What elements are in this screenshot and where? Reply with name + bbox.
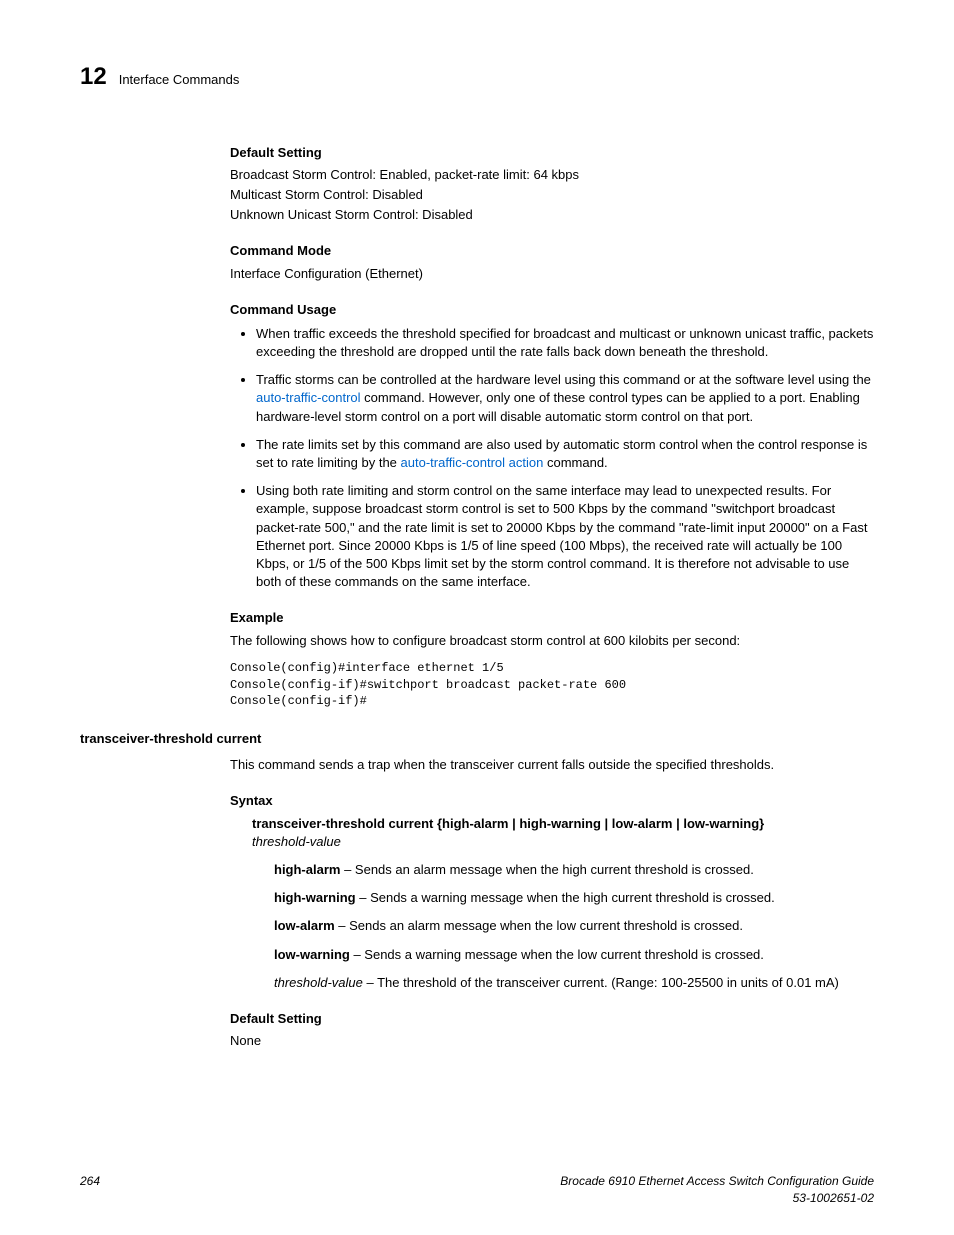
syntax-cmd-bold: transceiver-threshold current bbox=[252, 816, 433, 831]
option-name: high-warning bbox=[274, 890, 356, 905]
option-name: high-alarm bbox=[274, 862, 340, 877]
command-mode-body: Interface Configuration (Ethernet) bbox=[230, 265, 874, 283]
command-usage-list: When traffic exceeds the threshold speci… bbox=[230, 325, 874, 591]
transceiver-content: This command sends a trap when the trans… bbox=[230, 756, 874, 1050]
syntax-option: low-alarm – Sends an alarm message when … bbox=[274, 917, 874, 935]
option-name: low-alarm bbox=[274, 918, 335, 933]
default-setting-body-2: None bbox=[230, 1032, 874, 1050]
option-desc: – Sends an alarm message when the low cu… bbox=[335, 918, 743, 933]
syntax-option: low-warning – Sends a warning message wh… bbox=[274, 946, 874, 964]
document-page: 12 Interface Commands Default Setting Br… bbox=[0, 0, 954, 1235]
command-usage-heading: Command Usage bbox=[230, 301, 874, 319]
command-mode-heading: Command Mode bbox=[230, 242, 874, 260]
footer-doc-num: 53-1002651-02 bbox=[793, 1191, 874, 1205]
usage-bullet: Traffic storms can be controlled at the … bbox=[256, 371, 874, 426]
page-number: 264 bbox=[80, 1173, 100, 1207]
syntax-option: threshold-value – The threshold of the t… bbox=[274, 974, 874, 992]
option-name: threshold-value bbox=[274, 975, 363, 990]
content-block: Default Setting Broadcast Storm Control:… bbox=[230, 144, 874, 711]
syntax-param: threshold-value bbox=[252, 834, 341, 849]
usage-bullet: When traffic exceeds the threshold speci… bbox=[256, 325, 874, 361]
footer-doc-info: Brocade 6910 Ethernet Access Switch Conf… bbox=[560, 1173, 874, 1207]
default-setting-line: Broadcast Storm Control: Enabled, packet… bbox=[230, 166, 874, 184]
default-setting-heading: Default Setting bbox=[230, 144, 874, 162]
page-footer: 264 Brocade 6910 Ethernet Access Switch … bbox=[80, 1173, 874, 1207]
transceiver-intro: This command sends a trap when the trans… bbox=[230, 756, 874, 774]
usage-text: command. bbox=[543, 455, 607, 470]
usage-text: Traffic storms can be controlled at the … bbox=[256, 372, 871, 387]
link-auto-traffic-control[interactable]: auto-traffic-control bbox=[256, 390, 361, 405]
syntax-option: high-warning – Sends a warning message w… bbox=[274, 889, 874, 907]
syntax-command-line: transceiver-threshold current {high-alar… bbox=[252, 815, 874, 851]
option-desc: – Sends a warning message when the low c… bbox=[350, 947, 764, 962]
option-name: low-warning bbox=[274, 947, 350, 962]
syntax-option: high-alarm – Sends an alarm message when… bbox=[274, 861, 874, 879]
transceiver-heading: transceiver-threshold current bbox=[80, 730, 874, 748]
example-code-block: Console(config)#interface ethernet 1/5 C… bbox=[230, 660, 874, 710]
chapter-number: 12 bbox=[80, 60, 107, 94]
option-desc: – The threshold of the transceiver curre… bbox=[363, 975, 839, 990]
link-auto-traffic-control-action[interactable]: auto-traffic-control action bbox=[401, 455, 544, 470]
example-intro: The following shows how to configure bro… bbox=[230, 632, 874, 650]
default-setting-line: Unknown Unicast Storm Control: Disabled bbox=[230, 206, 874, 224]
default-setting-line: Multicast Storm Control: Disabled bbox=[230, 186, 874, 204]
syntax-cmd-rest: {high-alarm | high-warning | low-alarm |… bbox=[433, 816, 764, 831]
usage-bullet: Using both rate limiting and storm contr… bbox=[256, 482, 874, 591]
usage-bullet: The rate limits set by this command are … bbox=[256, 436, 874, 472]
footer-doc-title: Brocade 6910 Ethernet Access Switch Conf… bbox=[560, 1174, 874, 1188]
page-header: 12 Interface Commands bbox=[80, 60, 874, 94]
default-setting-heading-2: Default Setting bbox=[230, 1010, 874, 1028]
chapter-title: Interface Commands bbox=[119, 71, 240, 89]
syntax-heading: Syntax bbox=[230, 792, 874, 810]
option-desc: – Sends a warning message when the high … bbox=[356, 890, 775, 905]
option-desc: – Sends an alarm message when the high c… bbox=[340, 862, 753, 877]
example-heading: Example bbox=[230, 609, 874, 627]
